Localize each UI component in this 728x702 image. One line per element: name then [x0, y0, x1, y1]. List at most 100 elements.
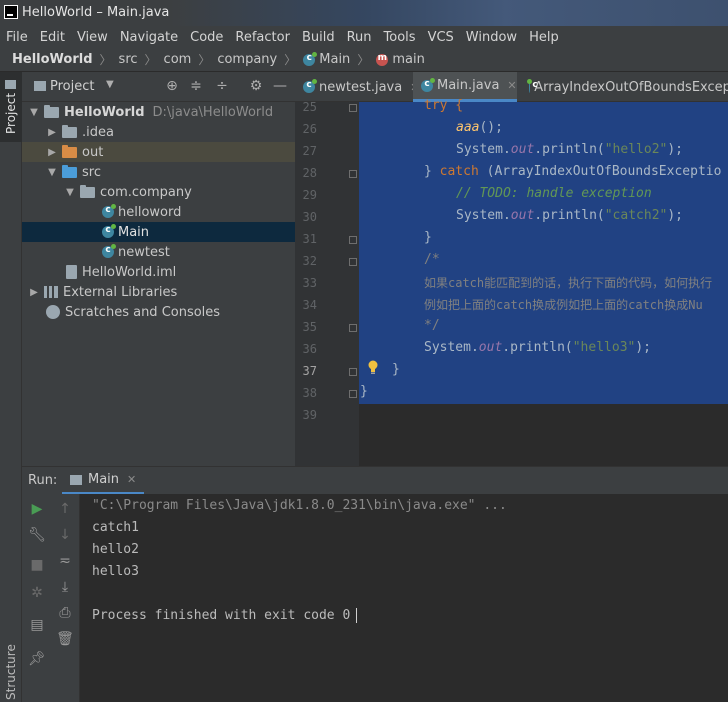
tab-newtest-java[interactable]: newtest.java ✕ — [295, 72, 421, 102]
arrow-up-icon[interactable]: ↑ — [56, 500, 74, 518]
menu-window[interactable]: Window — [460, 30, 523, 45]
menu-help[interactable]: Help — [523, 30, 565, 45]
code-editor[interactable]: try { aaa(); System.out.println("hello2"… — [359, 98, 728, 466]
debug-settings-icon[interactable]: ✲ — [28, 584, 46, 602]
chevron-right-icon[interactable]: ▶ — [46, 127, 58, 138]
gear-icon[interactable]: ⚙ — [248, 78, 264, 94]
lightbulb-icon[interactable] — [367, 360, 379, 374]
tree-item-com-company[interactable]: ▼ com.company — [22, 182, 295, 202]
tree-item-helloword[interactable]: helloword — [22, 202, 295, 222]
project-path: D:\java\HelloWorld — [152, 104, 274, 120]
tree-item-main[interactable]: Main — [22, 222, 295, 242]
menu-build[interactable]: Build — [296, 30, 341, 45]
breadcrumb-main-method[interactable]: main — [374, 52, 426, 67]
chevron-down-icon[interactable]: ▼ — [64, 187, 76, 198]
menu-run[interactable]: Run — [341, 30, 378, 45]
locate-target-icon[interactable]: ⊕ — [164, 78, 180, 94]
menu-file[interactable]: File — [0, 30, 34, 45]
breadcrumb-project[interactable]: HelloWorld — [10, 52, 95, 67]
console-line: hello3 — [92, 564, 139, 579]
breadcrumb-src[interactable]: src — [117, 52, 140, 67]
menu-tools[interactable]: Tools — [378, 30, 422, 45]
code-token: "hello3" — [572, 340, 636, 355]
arrow-down-icon[interactable]: ↓ — [56, 526, 74, 544]
breadcrumb-main-class[interactable]: Main — [301, 51, 352, 67]
breadcrumb-com[interactable]: com — [162, 52, 194, 67]
menu-code[interactable]: Code — [184, 30, 229, 45]
fold-marker-icon[interactable] — [349, 170, 357, 178]
tool-tab-project-label: Project — [4, 92, 18, 135]
chevron-down-icon[interactable]: ▼ — [46, 167, 58, 178]
window-title: HelloWorld – Main.java — [22, 5, 170, 20]
class-icon — [526, 79, 544, 93]
fold-marker-icon[interactable] — [349, 236, 357, 244]
editor-tab-bar: newtest.java ✕ Main.java ✕ ArrayIndexOut… — [295, 72, 728, 102]
tree-item-newtest[interactable]: newtest — [22, 242, 295, 262]
chevron-right-icon: 〉 — [284, 53, 297, 67]
run-panel-header: Run: Main ✕ — [22, 466, 728, 495]
console-output[interactable]: "C:\Program Files\Java\jdk1.8.0_231\bin\… — [80, 494, 728, 702]
tree-item-idea[interactable]: ▶ .idea — [22, 122, 295, 142]
fold-marker-icon[interactable] — [349, 324, 357, 332]
stop-icon[interactable]: ■ — [28, 556, 46, 574]
code-line: System.out.println("hello2"); — [456, 142, 683, 157]
fold-marker-icon[interactable] — [349, 104, 357, 112]
code-line: 例如把上面的catch换成例如把上面的catch换成Nu — [424, 298, 703, 312]
chevron-down-icon[interactable]: ▼ — [106, 79, 114, 90]
code-token: out — [510, 142, 535, 157]
trash-icon[interactable]: 🗑︎ — [56, 630, 74, 648]
tool-tab-structure[interactable]: Structure — [0, 642, 22, 702]
tree-item-scratches[interactable]: Scratches and Consoles — [22, 302, 295, 322]
close-icon[interactable]: ✕ — [507, 79, 516, 92]
breadcrumb-company[interactable]: company — [215, 52, 279, 67]
menu-view[interactable]: View — [71, 30, 114, 45]
line-number: 26 — [302, 122, 317, 136]
fold-marker-icon[interactable] — [349, 258, 357, 266]
tree-item-external-libraries[interactable]: ▶ External Libraries — [22, 282, 295, 302]
tab-arrayindex-exception[interactable]: ArrayIndexOutOfBoundsExcept — [521, 72, 728, 102]
code-token: .println( — [534, 142, 605, 157]
line-number: 31 — [302, 232, 317, 246]
menu-edit[interactable]: Edit — [34, 30, 71, 45]
chevron-right-icon[interactable]: ▶ — [28, 287, 40, 298]
editor-gutter: 25 26 27 28 29 30 31 32 33 34 35 36 37 3… — [295, 100, 359, 466]
code-line: } catch (ArrayIndexOutOfBoundsExceptio — [424, 164, 721, 179]
fold-marker-icon[interactable] — [349, 390, 357, 398]
code-line: System.out.println("catch2"); — [456, 208, 683, 223]
close-icon[interactable]: ✕ — [127, 473, 136, 486]
code-token: ); — [635, 340, 652, 355]
run-config-icon — [70, 474, 82, 485]
tree-item-helloworld[interactable]: ▼ HelloWorld D:\java\HelloWorld — [22, 102, 295, 122]
minimize-icon[interactable]: — — [272, 78, 288, 94]
pin-icon[interactable]: 📌︎ — [28, 650, 46, 668]
menu-refactor[interactable]: Refactor — [229, 30, 296, 45]
soft-wrap-icon[interactable]: ≂ — [56, 552, 74, 570]
chevron-right-icon: 〉 — [357, 53, 370, 67]
scroll-to-end-icon[interactable]: ⤓ — [56, 578, 74, 596]
project-view-selector[interactable]: Project — [50, 79, 94, 94]
tree-item-src[interactable]: ▼ src — [22, 162, 295, 182]
print-icon[interactable]: ⎙ — [56, 604, 74, 622]
chevron-right-icon[interactable]: ▶ — [46, 147, 58, 158]
menu-vcs[interactable]: VCS — [422, 30, 460, 45]
tree-item-out[interactable]: ▶ out — [22, 142, 295, 162]
line-number: 37 — [302, 364, 317, 378]
tab-label: ArrayIndexOutOfBoundsExcept — [534, 79, 728, 95]
chevron-right-icon: 〉 — [144, 53, 157, 67]
wrench-icon[interactable]: 🔧︎ — [28, 526, 46, 544]
expand-all-icon[interactable]: ≑ — [188, 78, 204, 94]
run-toolbar: ▶ ↑ 🔧︎ ↓ ■ ≂ ✲ ⤓ ⎙ ▤ 🗑︎ 📌︎ — [22, 494, 80, 702]
layout-icon[interactable]: ▤ — [28, 616, 46, 634]
line-number: 30 — [302, 210, 317, 224]
tree-item-iml[interactable]: HelloWorld.iml — [22, 262, 295, 282]
tree-item-label: HelloWorld — [64, 104, 145, 120]
code-token: "catch2" — [604, 208, 668, 223]
menu-navigate[interactable]: Navigate — [114, 30, 184, 45]
folder-icon — [44, 104, 59, 118]
collapse-all-icon[interactable]: ÷ — [214, 78, 230, 94]
rerun-icon[interactable]: ▶ — [28, 500, 46, 518]
module-file-icon — [66, 265, 77, 279]
run-tab-main[interactable]: Main ✕ — [62, 467, 145, 495]
fold-marker-icon[interactable] — [349, 368, 357, 376]
chevron-down-icon[interactable]: ▼ — [28, 107, 40, 118]
